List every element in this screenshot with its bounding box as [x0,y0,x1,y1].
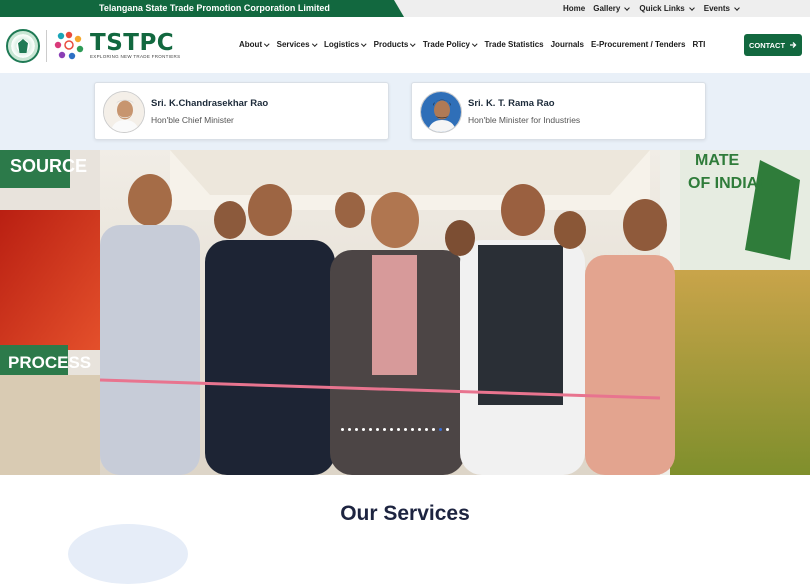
toplink-gallery-label: Gallery [593,4,621,13]
carousel-dot[interactable] [446,428,449,431]
chevron-down-icon [688,4,695,11]
state-emblem-icon[interactable] [6,29,40,63]
leader-card-industries-minister[interactable]: Sri. K. T. Rama Rao Hon'ble Minister for… [411,82,706,140]
chevron-down-icon [472,41,478,47]
sign-process: PROCESS [8,353,91,372]
top-links: Home Gallery Quick Links Events [563,0,741,17]
avatar [420,91,462,133]
sign-source: SOURCE [10,156,87,176]
leader-name: Sri. K.Chandrasekhar Rao [151,98,269,109]
chevron-down-icon [361,41,367,47]
carousel-dot[interactable] [341,428,344,431]
chevron-down-icon [311,41,317,47]
carousel-dot[interactable] [348,428,351,431]
toplink-home-label: Home [563,4,586,13]
nav-e-procurement[interactable]: E-Procurement / Tenders [591,39,686,51]
carousel-dot[interactable] [397,428,400,431]
decorative-circle [68,524,188,584]
contact-button[interactable]: CONTACT [744,34,802,56]
chevron-down-icon [264,41,270,47]
carousel-dot[interactable] [418,428,421,431]
nav-logistics-label: Logistics [324,40,360,49]
carousel-dot[interactable] [411,428,414,431]
sign-of-india: OF INDIA! [688,175,764,192]
carousel-indicators [341,428,449,431]
nav-rti-label: RTI [692,40,706,49]
nav-journals[interactable]: Journals [551,39,584,51]
toplink-gallery[interactable]: Gallery [593,0,631,17]
toplink-events-label: Events [703,4,730,13]
carousel-dot[interactable] [425,428,428,431]
carousel-dot[interactable] [376,428,379,431]
nav-about[interactable]: About [239,39,270,51]
carousel-dot[interactable] [355,428,358,431]
main-nav: About Services Logistics Products Trade … [239,39,705,51]
nav-rti[interactable]: RTI [693,39,706,51]
leader-role: Hon'ble Minister for Industries [468,115,581,125]
chevron-down-icon [624,4,631,11]
nav-trade-policy-label: Trade Policy [422,40,470,49]
logo-divider [46,30,47,62]
arrow-right-icon [790,42,797,48]
carousel-dot[interactable] [439,428,442,431]
nav-products[interactable]: Products [374,39,416,51]
carousel-dot[interactable] [432,428,435,431]
carousel-dot[interactable] [404,428,407,431]
nav-e-procurement-label: E-Procurement / Tenders [590,40,686,49]
nav-trade-statistics-label: Trade Statistics [484,40,544,49]
toplink-quick-links-label: Quick Links [639,4,685,13]
carousel-dot[interactable] [362,428,365,431]
sign-mate: MATE [695,152,739,169]
nav-products-label: Products [373,40,409,49]
avatar [103,91,145,133]
nav-about-label: About [239,40,263,49]
nav-trade-policy[interactable]: Trade Policy [423,39,478,51]
toplink-events[interactable]: Events [704,0,741,17]
nav-journals-label: Journals [550,40,584,49]
toplink-quick-links[interactable]: Quick Links [639,0,695,17]
ribbon-cutting-photo: SOURCE PROCESS MATE OF INDIA! [0,150,810,475]
contact-button-label: CONTACT [748,40,786,50]
services-title: Our Services [340,502,470,525]
hero-carousel[interactable]: SOURCE PROCESS MATE OF INDIA! [0,150,810,475]
org-name-banner: Telangana State Trade Promotion Corporat… [0,0,404,17]
nav-services[interactable]: Services [277,39,317,51]
nav-trade-statistics[interactable]: Trade Statistics [484,39,543,51]
chevron-down-icon [410,41,416,47]
carousel-dot[interactable] [383,428,386,431]
carousel-dot[interactable] [369,428,372,431]
nav-services-label: Services [276,40,310,49]
top-bar: Telangana State Trade Promotion Corporat… [0,0,810,17]
leader-name: Sri. K. T. Rama Rao [468,98,555,109]
tstpc-logo-mark-icon[interactable] [53,29,85,61]
leader-role: Hon'ble Chief Minister [151,115,234,125]
nav-logistics[interactable]: Logistics [324,39,367,51]
logo-text[interactable]: TSTPC [90,30,174,56]
carousel-dot[interactable] [390,428,393,431]
logo-tagline: EXPLORING NEW TRADE FRONTIERS [90,54,181,59]
leader-card-chief-minister[interactable]: Sri. K.Chandrasekhar Rao Hon'ble Chief M… [94,82,389,140]
chevron-down-icon [734,4,740,11]
toplink-home[interactable]: Home [563,0,585,17]
